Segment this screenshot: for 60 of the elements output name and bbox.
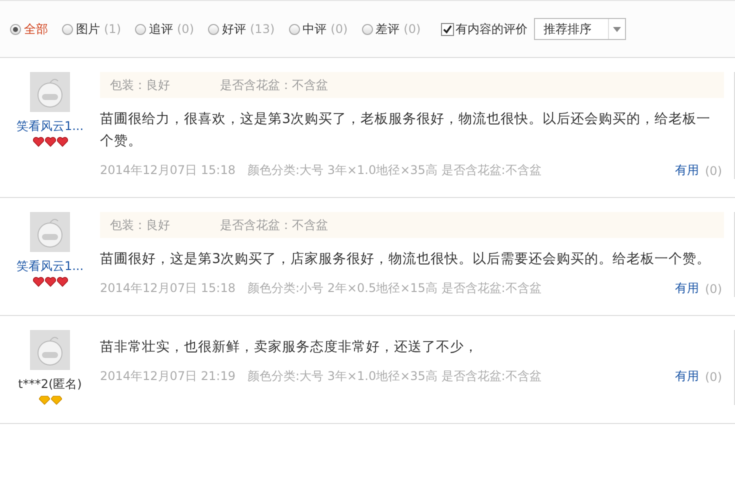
review-tag: 是否含花盆：不含盆	[220, 216, 328, 234]
radio-icon[interactable]	[62, 24, 73, 34]
heart-icon	[56, 137, 68, 147]
sort-dropdown[interactable]: 推荐排序	[534, 18, 626, 40]
review-tag: 是否含花盆：不含盆	[220, 76, 328, 94]
helpful-count: (0)	[705, 282, 722, 296]
review-date: 2014年12月07日 21:19	[100, 368, 236, 385]
radio-icon[interactable]	[208, 24, 219, 34]
helpful-count: (0)	[705, 164, 722, 178]
review-text: 苗圃很好，这是第3次购买了，店家服务很好，物流也很快。以后需要还会购买的。给老板一个赞。	[100, 250, 712, 269]
avatar-icon	[30, 212, 70, 252]
heart-icon	[44, 137, 56, 147]
filter-radio[interactable]: 图片 (1)	[62, 20, 121, 38]
filter-label: 图片	[76, 20, 100, 38]
review-date: 2014年12月07日 15:18	[100, 162, 236, 179]
filter-radio[interactable]: 追评 (0)	[135, 20, 194, 38]
diamond-icon	[38, 395, 50, 405]
heart-icon	[32, 277, 44, 287]
user-name[interactable]: 笑看风云1...	[16, 118, 84, 135]
radio-icon[interactable]	[10, 24, 21, 34]
diamond-icon	[50, 395, 62, 405]
review-tag: 包装：良好	[110, 76, 170, 94]
radio-icon[interactable]	[288, 24, 300, 34]
avatar-icon	[30, 72, 70, 112]
filter-radio[interactable]: 全部	[10, 20, 48, 38]
heart-icon	[44, 277, 56, 287]
user-name[interactable]: t***2(匿名)	[18, 376, 82, 393]
review-date: 2014年12月07日 15:18	[100, 280, 236, 297]
filter-count: (0)	[330, 22, 348, 36]
caret-icon	[612, 26, 621, 32]
product-spec: 颜色分类:大号 3年×1.0地径×35高 是否含花盆:不含盆	[247, 162, 542, 179]
product-spec: 颜色分类:小号 2年×0.5地径×15高 是否含花盆:不含盆	[247, 280, 542, 297]
filter-count: (1)	[104, 22, 121, 36]
checkbox-label: 有内容的评价	[456, 20, 528, 38]
filter-count: (0)	[404, 22, 421, 36]
radio-icon[interactable]	[362, 24, 373, 34]
review-text: 苗非常壮实，也很新鲜，卖家服务态度非常好，还送了不少，	[100, 338, 479, 357]
radio-icon[interactable]	[135, 24, 146, 34]
review-tag: 包装：良好	[110, 216, 170, 234]
filter-label: 中评	[302, 20, 327, 38]
helpful-count: (0)	[705, 370, 722, 384]
avatar-icon	[30, 330, 70, 370]
user-name[interactable]: 笑看风云1...	[16, 258, 84, 275]
filter-label: 差评	[376, 20, 400, 38]
filter-label: 追评	[149, 20, 173, 38]
helpful-link[interactable]: 有用	[675, 162, 699, 179]
filter-count: (13)	[250, 22, 275, 36]
product-spec: 颜色分类:大号 3年×1.0地径×35高 是否含花盆:不含盆	[247, 368, 542, 385]
review-text: 苗圃很给力，很喜欢，这是第3次购买了，老板服务很好，物流也很快。以后还会购买的，给老板一个赞。	[100, 110, 712, 151]
filter-radio[interactable]: 好评 (13)	[208, 20, 275, 38]
filter-radio[interactable]: 中评 (0)	[288, 20, 348, 38]
heart-icon	[32, 137, 44, 147]
filter-label: 好评	[222, 20, 246, 38]
helpful-link[interactable]: 有用	[675, 368, 699, 385]
filter-label: 全部	[24, 20, 48, 38]
checkbox[interactable]	[440, 22, 454, 36]
helpful-link[interactable]: 有用	[675, 280, 699, 297]
heart-icon	[56, 277, 68, 287]
filter-count: (0)	[177, 22, 194, 36]
filter-radio[interactable]: 差评 (0)	[362, 20, 421, 38]
